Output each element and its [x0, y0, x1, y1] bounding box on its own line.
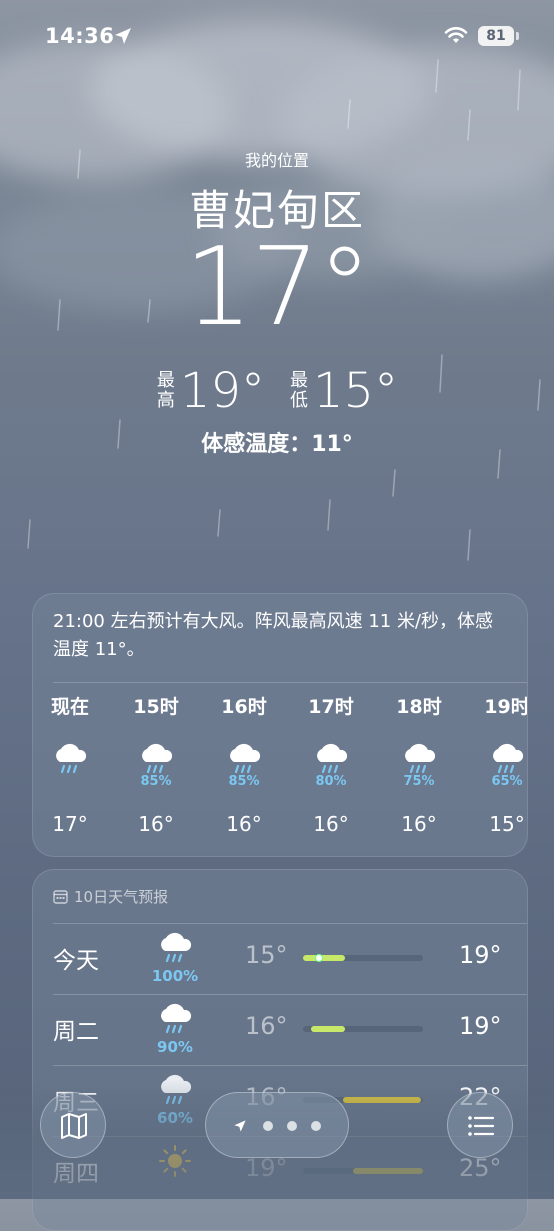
- low-temperature: 15°: [313, 363, 399, 419]
- page-dot[interactable]: [287, 1121, 297, 1131]
- hour-column: 现在 17°: [35, 694, 105, 836]
- wifi-icon: [444, 27, 468, 43]
- current-temp-dot: [315, 954, 323, 962]
- precip-chance: 100%: [151, 967, 199, 985]
- page-dot[interactable]: [311, 1121, 321, 1131]
- list-icon: [468, 1116, 495, 1136]
- battery-cap: [516, 32, 519, 40]
- hourly-forecast-card[interactable]: 21:00 左右预计有大风。阵风最高风速 11 米/秒，体感温度 11°。 现在…: [32, 593, 528, 857]
- hour-label: 19时: [484, 696, 528, 718]
- hour-label: 现在: [50, 696, 89, 718]
- status-bar: 14:36 81: [0, 22, 554, 52]
- rain-cloud-icon: [136, 742, 176, 776]
- my-location-label: 我的位置: [244, 151, 309, 170]
- high-low-temperature: 最高 19° 最低 15°: [0, 360, 554, 419]
- hour-column: 18时 75% 16°: [384, 694, 454, 836]
- divider: [53, 994, 527, 995]
- rain-cloud-icon: [399, 742, 439, 776]
- clock: 14:36: [45, 24, 115, 48]
- location-pager[interactable]: [205, 1092, 349, 1158]
- temp-range-bar: [303, 955, 345, 961]
- high-temperature: 19°: [179, 363, 265, 419]
- low-label: 最低: [290, 370, 308, 411]
- page-dot[interactable]: [263, 1121, 273, 1131]
- precip-chance: 65%: [491, 774, 523, 789]
- hour-temperature: 16°: [401, 812, 437, 836]
- map-button[interactable]: [40, 1092, 106, 1158]
- ten-day-title: 10日天气预报: [74, 888, 169, 906]
- day-low: 16°: [245, 1012, 288, 1040]
- rain-cloud-icon: [224, 742, 264, 776]
- hour-temperature: 16°: [226, 812, 262, 836]
- rain-cloud-icon: [155, 931, 195, 965]
- precip-chance: 85%: [228, 774, 260, 789]
- location-arrow-icon: [234, 1120, 246, 1132]
- precip-chance: 80%: [315, 774, 347, 789]
- hour-column: 19时 65% 15°: [472, 694, 528, 836]
- city-list-button[interactable]: [447, 1092, 513, 1158]
- day-row[interactable]: 周二 90% 16° 19°: [33, 994, 527, 1064]
- hour-temperature: 16°: [313, 812, 349, 836]
- battery-indicator: 81: [478, 26, 514, 46]
- precip-chance: 85%: [140, 774, 172, 789]
- temp-range-track: [303, 954, 423, 962]
- day-high: 19°: [459, 941, 502, 969]
- high-label: 最高: [156, 370, 175, 411]
- precip-chance: 90%: [157, 1038, 193, 1056]
- precip-chance: [35, 774, 105, 790]
- day-row[interactable]: 今天 100% 15° 19°: [33, 923, 527, 993]
- ten-day-header: 10日天气预报: [53, 886, 168, 907]
- rain-cloud-icon: [50, 742, 90, 776]
- hour-label: 17时: [308, 696, 354, 718]
- divider: [53, 682, 527, 683]
- location-arrow-icon: [115, 28, 131, 44]
- hour-label: 16时: [221, 696, 267, 718]
- temp-range-bar: [311, 1026, 345, 1032]
- day-name: 今天: [53, 948, 99, 974]
- temp-range-track: [303, 1026, 423, 1032]
- precip-chance: 75%: [403, 774, 435, 789]
- day-high: 19°: [459, 1012, 502, 1040]
- hour-temperature: 15°: [489, 812, 525, 836]
- current-temperature: 17°: [184, 225, 371, 350]
- rain-cloud-icon: [311, 742, 351, 776]
- rain-cloud-icon: [155, 1002, 195, 1036]
- divider: [53, 1065, 527, 1066]
- hour-label: 15时: [133, 696, 179, 718]
- hour-column: 15时 85% 16°: [121, 694, 191, 836]
- divider: [53, 923, 527, 924]
- hour-temperature: 16°: [138, 812, 174, 836]
- day-low: 15°: [245, 941, 288, 969]
- hour-column: 17时 80% 16°: [296, 694, 366, 836]
- feels-like: 体感温度：11°: [201, 432, 353, 457]
- day-name: 周二: [53, 1019, 99, 1045]
- hourly-scroller[interactable]: 现在 17° 15时 85% 16° 16时 85% 16° 17时 80% 16° 18时 75% 16…: [33, 694, 527, 854]
- hour-column: 16时 85% 16°: [209, 694, 279, 836]
- rain-cloud-icon: [487, 742, 527, 776]
- map-icon: [61, 1113, 87, 1139]
- calendar-icon: [53, 890, 68, 904]
- hour-label: 18时: [396, 696, 442, 718]
- hour-temperature: 17°: [52, 812, 88, 836]
- weather-alert-text: 21:00 左右预计有大风。阵风最高风速 11 米/秒，体感温度 11°。: [53, 611, 494, 660]
